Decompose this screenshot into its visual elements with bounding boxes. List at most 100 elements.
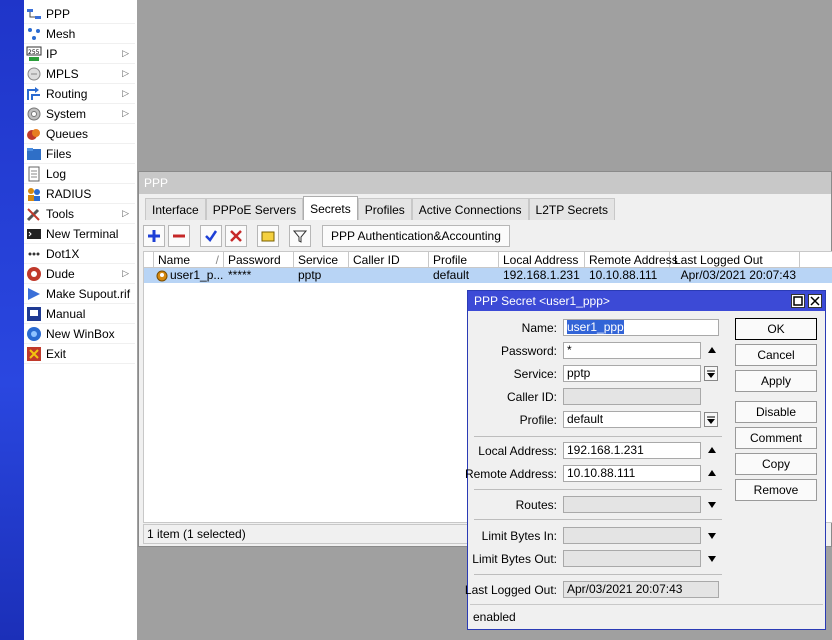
- enable-button[interactable]: [200, 225, 222, 247]
- limit-bytes-out-field[interactable]: [563, 550, 701, 567]
- local-address-field[interactable]: 192.168.1.231: [563, 442, 701, 459]
- tab-interface[interactable]: Interface: [145, 198, 206, 220]
- menu-item-routing[interactable]: Routing ▷: [24, 84, 135, 104]
- dialog-title: PPP Secret <user1_ppp>: [474, 294, 610, 308]
- column-header-remote-address[interactable]: Remote Address: [585, 252, 678, 268]
- remove-button[interactable]: [168, 225, 190, 247]
- separator: [474, 574, 722, 575]
- name-field[interactable]: user1_ppp: [563, 319, 719, 336]
- close-icon: [810, 296, 820, 306]
- cancel-button[interactable]: Cancel: [735, 344, 817, 366]
- queues-icon: [27, 128, 40, 140]
- apply-button[interactable]: Apply: [735, 370, 817, 392]
- menu-label: New WinBox: [46, 326, 115, 341]
- profile-dropdown-button[interactable]: [704, 412, 718, 427]
- dropdown-arrow-icon: [707, 370, 715, 378]
- menu-label: Files: [46, 146, 72, 161]
- log-icon: [28, 166, 40, 181]
- menu-item-dot1x[interactable]: Dot1X: [24, 244, 135, 264]
- tab-secrets[interactable]: Secrets: [303, 196, 358, 220]
- menu-item-files[interactable]: Files: [24, 144, 135, 164]
- dude-icon: [27, 266, 41, 281]
- column-header-service[interactable]: Service: [294, 252, 349, 268]
- tab-active-connections[interactable]: Active Connections: [411, 198, 529, 220]
- checkmark-icon: [205, 230, 218, 242]
- menu-item-radius[interactable]: RADIUS: [24, 184, 135, 204]
- winbox-icon: [27, 326, 41, 341]
- cell-profile: default: [433, 268, 470, 282]
- menu-item-new-winbox[interactable]: New WinBox: [24, 324, 135, 344]
- maximize-icon: [793, 296, 803, 306]
- disable-button[interactable]: Disable: [735, 401, 817, 423]
- menu-item-mpls[interactable]: MPLS ▷: [24, 64, 135, 84]
- cell-name-text: user1_p...: [170, 268, 224, 282]
- add-button[interactable]: [143, 225, 165, 247]
- tab-profiles[interactable]: Profiles: [357, 198, 412, 220]
- x-icon: [230, 230, 242, 242]
- service-dropdown-button[interactable]: [704, 366, 718, 381]
- ppp-toolbar: PPP Authentication&Accounting: [143, 224, 510, 248]
- menu-item-manual[interactable]: Manual: [24, 304, 135, 324]
- menu-item-ppp[interactable]: PPP: [24, 4, 135, 24]
- menu-item-log[interactable]: Log: [24, 164, 135, 184]
- menu-item-mesh[interactable]: Mesh: [24, 24, 135, 44]
- column-header-local-address[interactable]: Local Address: [499, 252, 585, 268]
- remote-address-field[interactable]: 10.10.88.111: [563, 465, 701, 482]
- profile-select[interactable]: default: [563, 411, 701, 428]
- service-select[interactable]: pptp: [563, 365, 701, 382]
- system-gear-icon: [27, 107, 41, 120]
- menu-item-tools[interactable]: Tools ▷: [24, 204, 135, 224]
- menu-item-make-supout[interactable]: Make Supout.rif: [24, 284, 135, 304]
- tab-l2tp-secrets[interactable]: L2TP Secrets: [528, 198, 615, 220]
- manual-icon: [27, 306, 41, 321]
- cell-local-address: 192.168.1.231: [503, 268, 580, 282]
- left-blue-strip: [0, 0, 24, 640]
- column-header-caller-id[interactable]: Caller ID: [349, 252, 429, 268]
- cell-service: pptp: [298, 268, 322, 282]
- routes-expand-button[interactable]: [705, 498, 719, 512]
- comment-button[interactable]: [257, 225, 279, 247]
- caller-id-field[interactable]: [563, 388, 701, 405]
- limit-bytes-out-expand-button[interactable]: [705, 552, 719, 566]
- radius-users-icon: [28, 187, 40, 201]
- disable-button[interactable]: [225, 225, 247, 247]
- column-header-password[interactable]: Password: [224, 252, 294, 268]
- tab-pppoe-servers[interactable]: PPPoE Servers: [205, 198, 304, 220]
- remote-address-collapse-button[interactable]: [705, 466, 719, 480]
- menu-item-queues[interactable]: Queues: [24, 124, 135, 144]
- comment-button[interactable]: Comment: [735, 427, 817, 449]
- column-header-label: Name: [158, 253, 191, 267]
- copy-button[interactable]: Copy: [735, 453, 817, 475]
- svg-text:255: 255: [28, 49, 40, 56]
- submenu-arrow-icon: ▷: [122, 68, 129, 78]
- menu-item-new-terminal[interactable]: New Terminal: [24, 224, 135, 244]
- column-header-profile[interactable]: Profile: [429, 252, 499, 268]
- password-collapse-button[interactable]: [705, 343, 719, 357]
- maximize-button[interactable]: [791, 294, 805, 308]
- ppp-auth-accounting-button[interactable]: PPP Authentication&Accounting: [322, 225, 510, 247]
- ppp-window-title[interactable]: PPP: [139, 172, 831, 194]
- close-button[interactable]: [808, 294, 822, 308]
- menu-item-ip[interactable]: 255 IP ▷: [24, 44, 135, 64]
- limit-bytes-in-expand-button[interactable]: [705, 529, 719, 543]
- menu-item-exit[interactable]: Exit: [24, 344, 135, 364]
- dot1x-icon: [28, 252, 40, 255]
- routes-field[interactable]: [563, 496, 701, 513]
- password-field[interactable]: *: [563, 342, 701, 359]
- local-address-collapse-button[interactable]: [705, 443, 719, 457]
- remove-button[interactable]: Remove: [735, 479, 817, 501]
- limit-bytes-in-field[interactable]: [563, 527, 701, 544]
- menu-item-system[interactable]: System ▷: [24, 104, 135, 124]
- table-row[interactable]: user1_p... ***** pptp default 192.168.1.…: [144, 268, 832, 283]
- table-header: Name / Password Service Caller ID Profil…: [144, 252, 832, 268]
- column-header-last-logged-out[interactable]: Last Logged Out: [670, 252, 800, 268]
- menu-label: PPP: [46, 6, 71, 21]
- separator: [474, 489, 722, 490]
- dialog-title-bar[interactable]: PPP Secret <user1_ppp>: [468, 291, 825, 311]
- menu-label: IP: [46, 46, 58, 61]
- ok-button[interactable]: OK: [735, 318, 817, 340]
- filter-button[interactable]: [289, 225, 311, 247]
- cell-remote-address: 10.10.88.111: [589, 268, 658, 282]
- column-header-name[interactable]: Name /: [154, 252, 224, 268]
- menu-item-dude[interactable]: Dude ▷: [24, 264, 135, 284]
